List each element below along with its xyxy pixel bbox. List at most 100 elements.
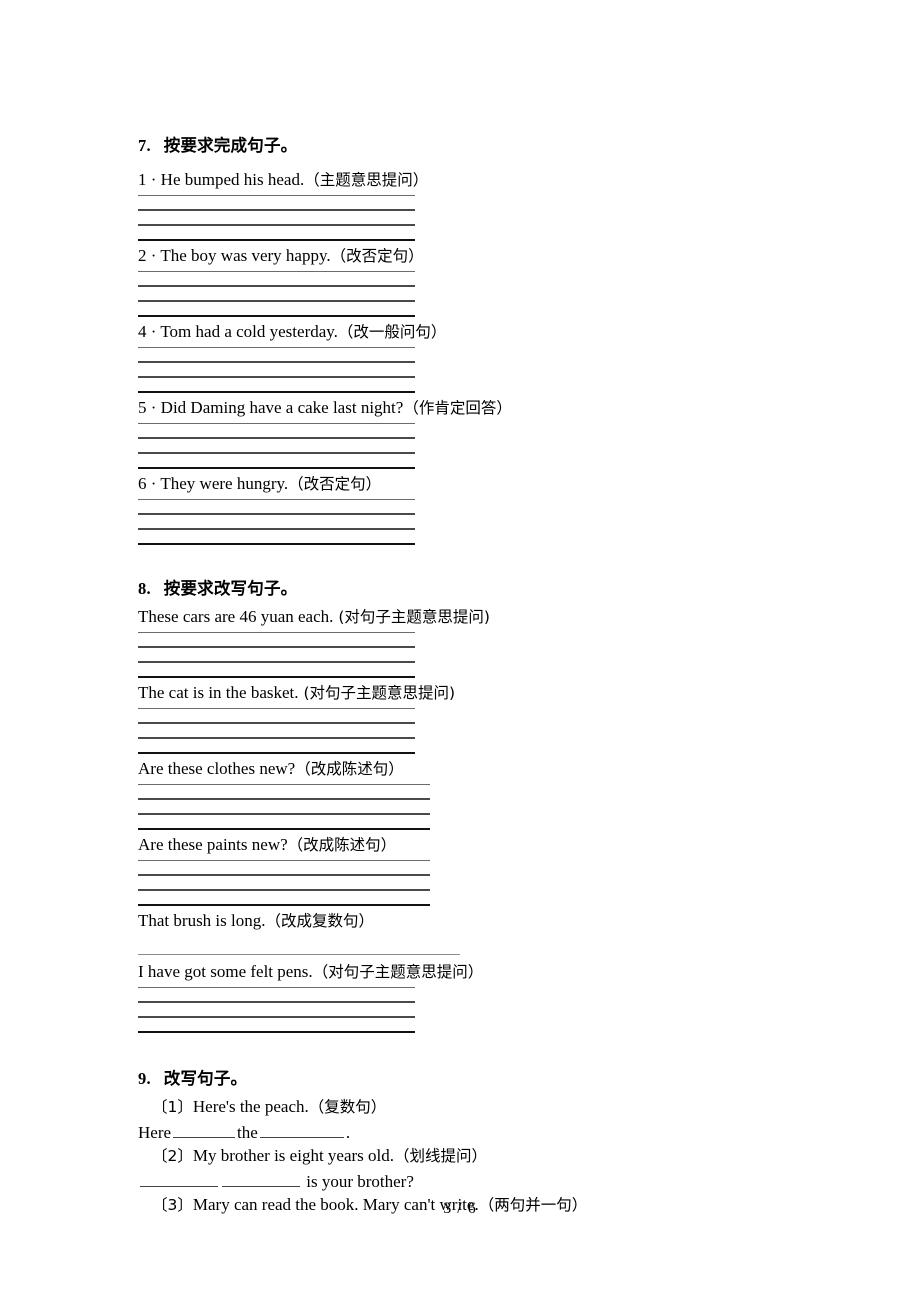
section-8: 8. 按要求改写句子。 These cars are 46 yuan each.…	[138, 579, 838, 1034]
question-text: That brush is long.（改成复数句）	[138, 910, 838, 932]
question-item: 1 · He bumped his head.（主题意思提问）	[138, 169, 838, 241]
question-item: Are these paints new?（改成陈述句）	[138, 834, 838, 907]
question-hint: （主题意思提问）	[304, 170, 429, 189]
question-item: These cars are 46 yuan each. (对句子主题意思提问)	[138, 606, 838, 678]
question-sentence: Tom had a cold yesterday.	[160, 321, 338, 341]
answer-rule[interactable]	[138, 314, 415, 317]
answer-lines[interactable]	[138, 987, 415, 1034]
question-text: These cars are 46 yuan each. (对句子主题意思提问)	[138, 606, 838, 628]
blank-input[interactable]	[222, 1170, 300, 1188]
question-number: 1 ·	[138, 169, 161, 189]
answer-lines[interactable]	[138, 860, 430, 907]
answer-rule[interactable]	[138, 954, 460, 956]
answer-lines[interactable]	[138, 499, 415, 546]
question-sentence: My brother is eight years old.	[192, 1146, 395, 1166]
answer-rule[interactable]	[138, 889, 430, 892]
answer-rule[interactable]	[138, 423, 415, 424]
question-sentence: These cars are 46 yuan each.	[138, 606, 334, 626]
answer-lines[interactable]	[138, 423, 415, 469]
answer-suffix: .	[345, 1123, 351, 1143]
answer-rule[interactable]	[138, 513, 415, 516]
answer-rule[interactable]	[138, 874, 430, 877]
answer-lines[interactable]	[138, 784, 430, 830]
question-number: 6 ·	[138, 474, 161, 493]
question-sentence: Did Daming have a cake last night?	[160, 397, 404, 417]
answer-rule[interactable]	[138, 452, 415, 454]
question-text: 〔2〕My brother is eight years old.（划线提问）	[152, 1145, 838, 1167]
answer-rule[interactable]	[138, 238, 415, 241]
answer-rule[interactable]	[138, 499, 415, 501]
answer-fill-line: is your brother?	[138, 1170, 838, 1194]
answer-rule[interactable]	[138, 284, 415, 287]
question-sentence: That brush is long.	[138, 911, 266, 931]
answer-rule[interactable]	[138, 270, 415, 272]
question-hint: (对句子主题意思提问)	[333, 607, 490, 626]
answer-lines[interactable]	[138, 194, 415, 241]
question-hint: （对句子主题意思提问）	[312, 963, 484, 982]
answer-lines[interactable]	[138, 707, 415, 754]
answer-rule[interactable]	[138, 390, 415, 393]
question-item: 2 · The boy was very happy.（改否定句）	[138, 245, 838, 317]
answer-rule[interactable]	[138, 798, 430, 800]
answer-rule[interactable]	[138, 223, 415, 226]
answer-rule[interactable]	[138, 375, 415, 378]
question-item: 6 · They were hungry.（改否定句）	[138, 473, 838, 546]
question-hint: (对句子主题意思提问)	[298, 683, 456, 702]
question-hint: （复数句）	[308, 1097, 387, 1116]
blank-input[interactable]	[173, 1121, 236, 1139]
section-7-heading: 7. 按要求完成句子。	[138, 136, 298, 155]
answer-rule[interactable]	[138, 631, 415, 633]
worksheet-page: 7. 按要求完成句子。 1 · He bumped his head.（主题意思…	[0, 0, 920, 1302]
question-sentence: Here's the peach.	[192, 1096, 309, 1116]
answer-rule[interactable]	[138, 860, 430, 862]
answer-rule[interactable]	[138, 1031, 415, 1034]
answer-rule[interactable]	[138, 645, 415, 648]
question-item: I have got some felt pens.（对句子主题意思提问）	[138, 961, 838, 1034]
answer-rule[interactable]	[138, 208, 415, 211]
question-hint: （改否定句）	[330, 246, 424, 265]
question-hint: （改成复数句）	[265, 912, 375, 931]
answer-rule[interactable]	[138, 784, 430, 785]
answer-rule[interactable]	[138, 467, 415, 469]
blank-input[interactable]	[140, 1170, 218, 1188]
page-content: 7. 按要求完成句子。 1 · He bumped his head.（主题意思…	[138, 136, 838, 1216]
answer-rule[interactable]	[138, 675, 415, 678]
answer-rule[interactable]	[138, 360, 415, 363]
answer-rule[interactable]	[138, 543, 415, 546]
answer-lines[interactable]	[138, 346, 415, 393]
answer-rule[interactable]	[138, 346, 415, 348]
answer-rule[interactable]	[138, 437, 415, 439]
question-sentence: Are these paints new?	[138, 835, 288, 854]
question-item: 〔1〕Here's the peach.（复数句） Here the.	[138, 1096, 838, 1145]
question-number: 〔2〕	[152, 1147, 193, 1166]
question-hint: （改成陈述句）	[287, 836, 397, 854]
section-9-heading: 9. 改写句子。	[138, 1069, 248, 1089]
answer-lines[interactable]	[138, 631, 415, 678]
answer-rule[interactable]	[138, 987, 415, 989]
answer-rule[interactable]	[138, 707, 415, 709]
question-item: That brush is long.（改成复数句）	[138, 910, 838, 956]
answer-rule[interactable]	[138, 1016, 415, 1019]
answer-rule[interactable]	[138, 813, 430, 815]
answer-lines[interactable]	[138, 270, 415, 317]
question-text: 1 · He bumped his head.（主题意思提问）	[138, 169, 838, 191]
section-7: 7. 按要求完成句子。 1 · He bumped his head.（主题意思…	[138, 136, 838, 546]
answer-rule[interactable]	[138, 751, 415, 754]
question-hint: （改一般问句）	[337, 322, 447, 341]
answer-rule[interactable]	[138, 660, 415, 663]
page-number: 3 / 6	[443, 1200, 477, 1217]
answer-rule[interactable]	[138, 721, 415, 724]
answer-rule[interactable]	[138, 1001, 415, 1004]
blank-input[interactable]	[259, 1121, 344, 1139]
question-item: 5 · Did Daming have a cake last night?（作…	[138, 397, 838, 469]
answer-rule[interactable]	[138, 528, 415, 531]
answer-rule[interactable]	[138, 828, 430, 830]
question-hint: （改否定句）	[288, 475, 382, 493]
question-sentence: I have got some felt pens.	[138, 962, 313, 982]
answer-rule[interactable]	[138, 299, 415, 302]
answer-rule[interactable]	[138, 194, 415, 196]
answer-rule[interactable]	[138, 736, 415, 739]
question-text: 2 · The boy was very happy.（改否定句）	[138, 245, 838, 267]
question-text: 6 · They were hungry.（改否定句）	[138, 473, 838, 495]
answer-rule[interactable]	[138, 904, 430, 907]
